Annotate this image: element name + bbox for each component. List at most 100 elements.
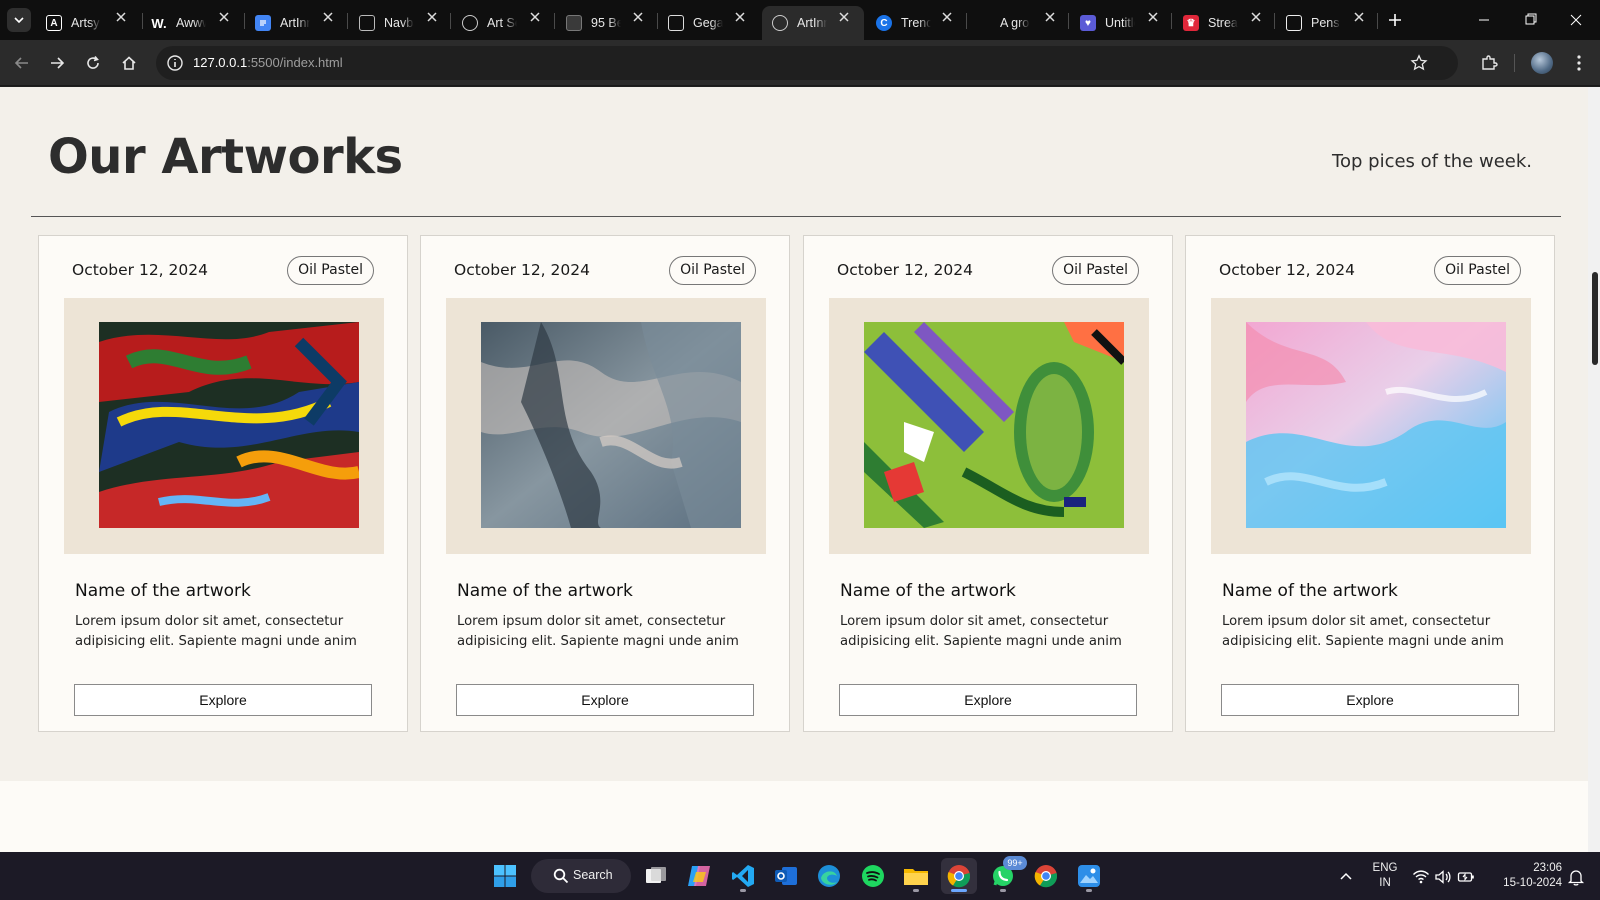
chrome-app[interactable] (941, 858, 977, 894)
close-icon[interactable] (1147, 11, 1159, 23)
restore-icon[interactable] (1508, 6, 1552, 34)
copilot-app[interactable] (681, 858, 717, 894)
browser-toolbar: 127.0.0.1:5500/index.html (0, 40, 1600, 86)
artwork-frame (446, 298, 766, 554)
whatsapp-app[interactable]: 99+ (985, 856, 1027, 894)
back-button[interactable] (10, 51, 34, 75)
volume-icon[interactable] (1434, 868, 1452, 886)
docs-icon (255, 15, 271, 31)
start-button[interactable] (487, 858, 523, 894)
chevron-down-icon (14, 17, 24, 24)
task-view-button[interactable] (638, 858, 674, 894)
close-icon[interactable] (218, 11, 230, 23)
taskbar-search[interactable]: Search (531, 859, 631, 893)
artwork-image[interactable] (1246, 322, 1506, 528)
artwork-frame (829, 298, 1149, 554)
explore-button[interactable]: Explore (839, 684, 1137, 716)
arrow-left-icon (14, 57, 28, 69)
scrollbar-thumb[interactable] (1592, 272, 1598, 365)
globe-icon (772, 15, 788, 31)
clock[interactable]: 23:06 15-10-2024 (1488, 861, 1562, 891)
artwork-card: October 12, 2024 Oil Pastel Name of the … (420, 235, 790, 732)
new-tab-icon[interactable] (1383, 8, 1407, 32)
artsy-icon: A (46, 15, 62, 31)
crown-icon: ♛ (1183, 15, 1199, 31)
artwork-frame (1211, 298, 1531, 554)
artwork-description: Lorem ipsum dolor sit amet, consectetur … (75, 614, 357, 649)
battery-icon[interactable] (1457, 868, 1475, 886)
artworks-section: Our Artworks Top pices of the week. Octo… (0, 87, 1588, 781)
forward-button[interactable] (45, 51, 69, 75)
photos-app[interactable] (1071, 858, 1107, 894)
star-icon[interactable] (1410, 54, 1428, 72)
tab-a-group[interactable]: A group (990, 6, 1052, 40)
close-icon[interactable] (1044, 11, 1056, 23)
explore-button[interactable]: Explore (456, 684, 754, 716)
artwork-date: October 12, 2024 (454, 261, 590, 279)
copilot-icon (688, 866, 710, 886)
close-icon[interactable] (529, 11, 541, 23)
chevron-up-icon[interactable] (1339, 871, 1353, 881)
edge-icon (818, 865, 840, 887)
minimize-icon[interactable] (1462, 6, 1506, 34)
close-window-icon[interactable] (1554, 6, 1598, 34)
gallery-icon (668, 15, 684, 31)
artwork-tag: Oil Pastel (669, 256, 756, 285)
outlook-app[interactable] (768, 858, 804, 894)
artwork-image[interactable] (864, 322, 1124, 528)
page-viewport: Our Artworks Top pices of the week. Octo… (0, 87, 1600, 852)
artwork-description: Lorem ipsum dolor sit amet, consectetur … (457, 614, 739, 649)
browser-tab-strip: A Artsy - Discover W. Awwwards ArtInnova… (0, 0, 1600, 40)
spotify-app[interactable] (855, 858, 891, 894)
close-icon[interactable] (1250, 11, 1262, 23)
chrome-profile-app[interactable] (1028, 858, 1064, 894)
artwork-date: October 12, 2024 (72, 261, 208, 279)
site-info-icon[interactable] (166, 54, 184, 72)
artwork-card: October 12, 2024 Oil Pastel Name of the … (1185, 235, 1555, 732)
wifi-icon[interactable] (1412, 868, 1430, 886)
c-icon: C (876, 15, 892, 31)
file-explorer-app[interactable] (898, 858, 934, 894)
artwork-name: Name of the artwork (840, 581, 1016, 601)
pin-icon (566, 15, 582, 31)
close-icon[interactable] (1353, 11, 1365, 23)
close-icon[interactable] (734, 11, 746, 23)
address-bar[interactable]: 127.0.0.1:5500/index.html (156, 46, 1458, 80)
puzzle-icon (1482, 55, 1498, 70)
artwork-name: Name of the artwork (1222, 581, 1398, 601)
reload-button[interactable] (81, 51, 105, 75)
notification-bell-icon[interactable] (1567, 868, 1585, 886)
edge-app[interactable] (811, 858, 847, 894)
home-button[interactable] (117, 51, 141, 75)
artwork-tag: Oil Pastel (1052, 256, 1139, 285)
artwork-date: October 12, 2024 (1219, 261, 1355, 279)
tab-search-button[interactable] (7, 8, 31, 32)
divider (31, 216, 1561, 217)
home-icon (122, 56, 136, 70)
artwork-image[interactable] (481, 322, 741, 528)
url-text[interactable]: 127.0.0.1:5500/index.html (193, 55, 343, 70)
profile-avatar[interactable] (1531, 52, 1553, 74)
extensions-button[interactable] (1477, 51, 1501, 75)
close-icon[interactable] (838, 11, 850, 23)
artwork-description: Lorem ipsum dolor sit amet, consectetur … (840, 614, 1122, 649)
artwork-description: Lorem ipsum dolor sit amet, consectetur … (1222, 614, 1504, 649)
artwork-image[interactable] (99, 322, 359, 528)
language-indicator[interactable]: ENG IN (1370, 861, 1400, 891)
close-icon[interactable] (115, 11, 127, 23)
artwork-name: Name of the artwork (75, 581, 251, 601)
close-icon[interactable] (426, 11, 438, 23)
windows-icon (494, 865, 516, 887)
windows-taskbar: Search 99+ ENG IN 23:06 15-10-2024 (0, 852, 1600, 900)
explore-button[interactable]: Explore (1221, 684, 1519, 716)
explore-button[interactable]: Explore (74, 684, 372, 716)
close-icon[interactable] (322, 11, 334, 23)
spotify-icon (862, 865, 884, 887)
page-title: Our Artworks (48, 129, 403, 185)
browser-menu-button[interactable] (1567, 51, 1591, 75)
close-icon[interactable] (632, 11, 644, 23)
close-icon[interactable] (941, 11, 953, 23)
vscode-app[interactable] (725, 858, 761, 894)
scrollbar[interactable] (1588, 87, 1600, 852)
artwork-card: October 12, 2024 Oil Pastel Name of the … (803, 235, 1173, 732)
